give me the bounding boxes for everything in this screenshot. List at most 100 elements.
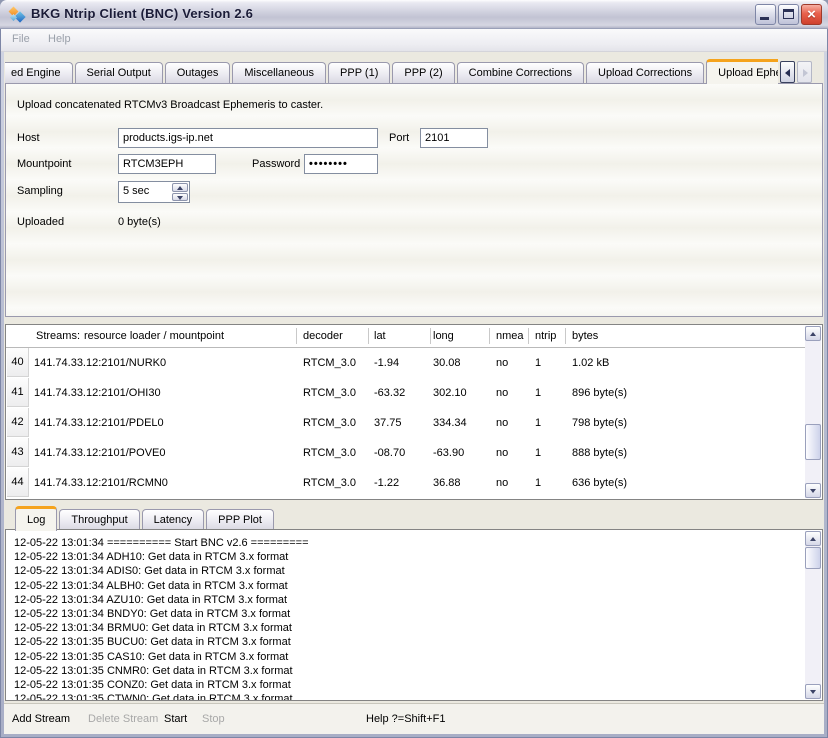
cell-decoder: RTCM_3.0 — [303, 438, 356, 468]
cell-bytes: 896 byte(s) — [572, 378, 627, 408]
cell-nmea: no — [496, 438, 508, 468]
cell-mountpoint: 141.74.33.12:2101/NURK0 — [34, 348, 166, 378]
header-mountpoint[interactable]: resource loader / mountpoint — [84, 325, 224, 347]
cell-nmea: no — [496, 408, 508, 438]
cell-long: 334.34 — [433, 408, 467, 438]
tab-log[interactable]: Log — [15, 506, 57, 531]
scroll-up-button[interactable] — [805, 531, 821, 546]
cell-bytes: 1.02 kB — [572, 348, 609, 378]
cell-lat: -1.22 — [374, 468, 399, 498]
bottom-tab-bar: Log Throughput Latency PPP Plot — [5, 504, 778, 531]
tab-throughput[interactable]: Throughput — [59, 509, 139, 531]
row-number: 44 — [7, 468, 29, 497]
column-separator — [528, 328, 529, 344]
log-scrollbar[interactable] — [805, 531, 821, 699]
maximize-button[interactable] — [778, 4, 799, 25]
menu-help[interactable]: Help — [48, 33, 71, 45]
tab-latency[interactable]: Latency — [142, 509, 205, 531]
cell-ntrip: 1 — [535, 468, 541, 498]
cell-lat: -08.70 — [374, 438, 405, 468]
tab-outages[interactable]: Outages — [165, 62, 231, 84]
sampling-value: 5 sec — [123, 185, 149, 197]
tab-upload-corrections[interactable]: Upload Corrections — [586, 62, 704, 84]
log-output: 12-05-22 13:01:34 ========== Start BNC v… — [14, 536, 802, 700]
table-row[interactable]: 44 141.74.33.12:2101/RCMN0 RTCM_3.0 -1.2… — [6, 468, 805, 498]
app-window: BKG Ntrip Client (BNC) Version 2.6 × Fil… — [0, 0, 828, 738]
delete-stream-button: Delete Stream — [88, 713, 158, 725]
password-label: Password — [252, 158, 300, 170]
start-button[interactable]: Start — [164, 713, 187, 725]
header-bytes[interactable]: bytes — [572, 325, 598, 347]
scrollbar-thumb[interactable] — [805, 424, 821, 460]
tab-combine-corrections[interactable]: Combine Corrections — [457, 62, 584, 84]
log-panel[interactable]: 12-05-22 13:01:34 ========== Start BNC v… — [5, 529, 823, 701]
password-input[interactable] — [304, 154, 378, 174]
mountpoint-input[interactable] — [118, 154, 216, 174]
host-label: Host — [17, 132, 40, 144]
spin-up-button[interactable] — [172, 183, 188, 192]
header-decoder[interactable]: decoder — [303, 325, 343, 347]
table-row[interactable]: 42 141.74.33.12:2101/PDEL0 RTCM_3.0 37.7… — [6, 408, 805, 438]
cell-decoder: RTCM_3.0 — [303, 378, 356, 408]
cell-nmea: no — [496, 378, 508, 408]
menu-file[interactable]: File — [12, 33, 30, 45]
tab-scroll-left-button[interactable] — [780, 61, 795, 83]
log-line: 12-05-22 13:01:35 CTWN0: Get data in RTC… — [14, 692, 802, 700]
header-lat[interactable]: lat — [374, 325, 386, 347]
mountpoint-label: Mountpoint — [17, 158, 71, 170]
host-input[interactable] — [118, 128, 378, 148]
table-row[interactable]: 41 141.74.33.12:2101/OHI30 RTCM_3.0 -63.… — [6, 378, 805, 408]
cell-mountpoint: 141.74.33.12:2101/PDEL0 — [34, 408, 164, 438]
cell-decoder: RTCM_3.0 — [303, 468, 356, 498]
maximize-icon — [783, 9, 794, 19]
header-long[interactable]: long — [433, 325, 454, 347]
table-row[interactable]: 43 141.74.33.12:2101/POVE0 RTCM_3.0 -08.… — [6, 438, 805, 468]
cell-decoder: RTCM_3.0 — [303, 348, 356, 378]
scroll-down-button[interactable] — [805, 483, 821, 498]
streams-table: Streams: resource loader / mountpoint de… — [5, 324, 823, 500]
streams-scrollbar[interactable] — [805, 326, 821, 498]
spin-down-button[interactable] — [172, 193, 188, 202]
scrollbar-thumb[interactable] — [805, 547, 821, 569]
close-button[interactable]: × — [801, 4, 822, 25]
cell-long: -63.90 — [433, 438, 464, 468]
cell-bytes: 636 byte(s) — [572, 468, 627, 498]
action-bar: Add Stream Delete Stream Start Stop Help… — [4, 703, 824, 734]
cell-long: 36.88 — [433, 468, 461, 498]
sampling-spinbox[interactable]: 5 sec — [118, 181, 190, 203]
port-input[interactable] — [420, 128, 488, 148]
log-line: 12-05-22 13:01:34 BNDY0: Get data in RTC… — [14, 607, 802, 621]
cell-ntrip: 1 — [535, 378, 541, 408]
streams-table-header: Streams: resource loader / mountpoint de… — [6, 325, 805, 347]
tab-serial-output[interactable]: Serial Output — [75, 62, 163, 84]
row-number: 40 — [7, 348, 29, 377]
tab-ppp-2[interactable]: PPP (2) — [392, 62, 454, 84]
tab-ppp-1[interactable]: PPP (1) — [328, 62, 390, 84]
minimize-button[interactable] — [755, 4, 776, 25]
column-separator — [368, 328, 369, 344]
sampling-label: Sampling — [17, 185, 63, 197]
header-ntrip[interactable]: ntrip — [535, 325, 556, 347]
window-title: BKG Ntrip Client (BNC) Version 2.6 — [31, 6, 253, 21]
uploaded-value: 0 byte(s) — [118, 216, 161, 228]
row-number: 43 — [7, 438, 29, 467]
scroll-up-button[interactable] — [805, 326, 821, 341]
cell-mountpoint: 141.74.33.12:2101/RCMN0 — [34, 468, 168, 498]
cell-ntrip: 1 — [535, 348, 541, 378]
cell-mountpoint: 141.74.33.12:2101/OHI30 — [34, 378, 161, 408]
tab-feed-engine[interactable]: ed Engine — [5, 62, 73, 84]
tab-upload-ephemeris[interactable]: Upload Ephemeris — [706, 59, 778, 84]
title-bar[interactable]: BKG Ntrip Client (BNC) Version 2.6 × — [0, 0, 828, 29]
tab-ppp-plot[interactable]: PPP Plot — [206, 509, 274, 531]
uploaded-label: Uploaded — [17, 216, 64, 228]
add-stream-button[interactable]: Add Stream — [12, 713, 70, 725]
cell-bytes: 798 byte(s) — [572, 408, 627, 438]
table-row[interactable]: 40 141.74.33.12:2101/NURK0 RTCM_3.0 -1.9… — [6, 348, 805, 378]
log-line: 12-05-22 13:01:34 BRMU0: Get data in RTC… — [14, 621, 802, 635]
log-line: 12-05-22 13:01:35 CONZ0: Get data in RTC… — [14, 678, 802, 692]
panel-description: Upload concatenated RTCMv3 Broadcast Eph… — [17, 99, 323, 111]
header-nmea[interactable]: nmea — [496, 325, 524, 347]
tab-miscellaneous[interactable]: Miscellaneous — [232, 62, 326, 84]
minimize-icon — [760, 17, 769, 20]
scroll-down-button[interactable] — [805, 684, 821, 699]
